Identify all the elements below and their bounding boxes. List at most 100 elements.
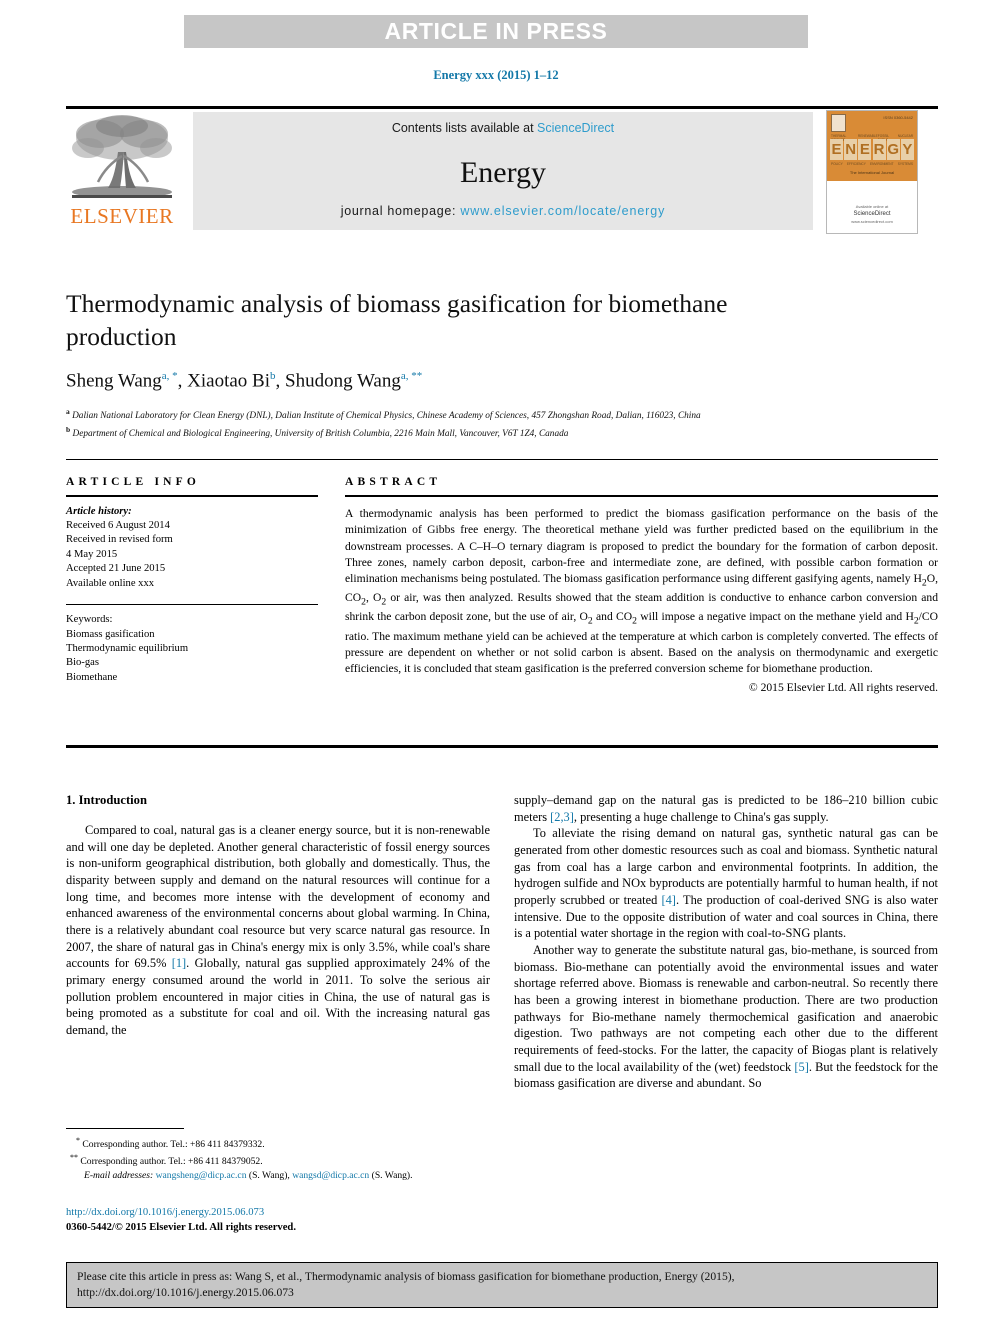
title-block: Thermodynamic analysis of biomass gasifi… xyxy=(66,288,938,442)
body-paragraph: Compared to coal, natural gas is a clean… xyxy=(66,822,490,1037)
cover-footer: Available online at ScienceDirect www.sc… xyxy=(827,204,917,225)
cover-subtab: SYSTEMS xyxy=(897,162,913,166)
article-info-label: ARTICLE INFO xyxy=(66,476,201,488)
affiliation-text: Dalian National Laboratory for Clean Ene… xyxy=(72,410,701,421)
elsevier-logo: ELSEVIER xyxy=(66,112,178,230)
cover-letter: N xyxy=(844,139,858,160)
elsevier-wordmark: ELSEVIER xyxy=(70,204,174,228)
author-name: Xiaotao Bi xyxy=(187,370,271,392)
author-mark: b xyxy=(270,370,276,383)
body-column-right: supply–demand gap on the natural gas is … xyxy=(514,792,938,1092)
footnote-rule xyxy=(66,1128,184,1129)
cover-letter: Y xyxy=(900,139,914,160)
footnote-mark: * xyxy=(76,1136,80,1145)
sciencedirect-link[interactable]: ScienceDirect xyxy=(537,121,614,135)
issn-copyright-line: 0360-5442/© 2015 Elsevier Ltd. All right… xyxy=(66,1222,296,1234)
masthead-center-panel: Contents lists available at ScienceDirec… xyxy=(193,112,813,230)
email-label: E-mail addresses: xyxy=(84,1169,154,1181)
citation-box: Please cite this article in press as: Wa… xyxy=(66,1262,938,1308)
homepage-prefix: journal homepage: xyxy=(340,204,461,218)
footnote-mark: ** xyxy=(70,1152,78,1162)
cover-subtab: POLICY xyxy=(831,162,843,166)
keyword-item: Thermodynamic equilibrium xyxy=(66,643,189,655)
cover-letter: E xyxy=(858,139,872,160)
history-line: Received 6 August 2014 xyxy=(66,520,170,531)
citation-line-1: Please cite this article in press as: Wa… xyxy=(77,1270,735,1283)
email-addresses-line: E-mail addresses: wangsheng@dicp.ac.cn (… xyxy=(66,1169,490,1183)
cover-letter: G xyxy=(886,139,900,160)
cover-tagline: The International Journal xyxy=(849,170,895,175)
citation-ref[interactable]: [4] xyxy=(661,893,675,907)
history-line: Accepted 21 June 2015 xyxy=(66,563,166,575)
journal-masthead: ELSEVIER Contents lists available at Sci… xyxy=(66,106,938,234)
abstract-text: A thermodynamic analysis has been perfor… xyxy=(345,506,939,676)
cover-subtab: EFFICIENCY xyxy=(846,162,866,166)
paper-title: Thermodynamic analysis of biomass gasifi… xyxy=(66,289,728,351)
journal-homepage-link[interactable]: www.elsevier.com/locate/energy xyxy=(460,204,665,218)
info-panel-bottom-rule xyxy=(66,745,938,748)
footnotes-block: * Corresponding author. Tel.: +86 411 84… xyxy=(66,1128,490,1182)
info-panel-top-rule xyxy=(66,459,938,460)
article-info-separator xyxy=(66,604,318,606)
article-info-column: ARTICLE INFO Article history: Received 6… xyxy=(66,476,318,685)
citation-ref[interactable]: [1] xyxy=(172,956,186,970)
cover-letter: R xyxy=(872,139,886,160)
affiliation-item: b Department of Chemical and Biological … xyxy=(66,424,916,442)
abstract-copyright: © 2015 Elsevier Ltd. All rights reserved… xyxy=(748,680,938,694)
affiliation-item: a Dalian National Laboratory for Clean E… xyxy=(66,406,916,424)
citation-ref[interactable]: [2,3] xyxy=(550,810,574,824)
journal-title: Energy xyxy=(459,156,547,189)
cover-letter: E xyxy=(830,139,843,160)
cover-subtab: ENVIRONMENT xyxy=(870,162,894,166)
author-mark: a, * xyxy=(161,370,178,383)
email-link-2[interactable]: wangsd@dicp.ac.cn xyxy=(292,1170,369,1181)
email-owner-2: (S. Wang). xyxy=(371,1169,413,1181)
keyword-item: Biomethane xyxy=(66,671,118,683)
author-name: Sheng Wang xyxy=(66,370,162,392)
keywords-heading: Keywords: xyxy=(66,614,113,626)
history-line: Received in revised form xyxy=(66,534,173,546)
affiliation-mark: b xyxy=(66,424,71,434)
cover-top-band: ISSN 0360-5442 THERMAL SCIENCE RENEWABLE… xyxy=(827,111,917,181)
cover-issn: ISSN 0360-5442 xyxy=(883,115,913,120)
affiliation-list: a Dalian National Laboratory for Clean E… xyxy=(66,406,916,442)
contents-prefix: Contents lists available at xyxy=(391,121,538,135)
keyword-item: Bio-gas xyxy=(66,657,99,669)
citation-text: Please cite this article in press as: Wa… xyxy=(77,1269,929,1302)
history-line: Available online xxx xyxy=(66,577,155,589)
article-in-press-label: ARTICLE IN PRESS xyxy=(384,18,608,44)
abstract-rule xyxy=(345,495,938,497)
author-mark: a, ** xyxy=(400,370,423,383)
contents-available-line: Contents lists available at ScienceDirec… xyxy=(193,121,813,135)
article-info-rule xyxy=(66,495,318,497)
history-line: 4 May 2015 xyxy=(66,548,118,560)
keyword-item: Biomass gasification xyxy=(66,628,155,640)
article-history: Article history: Received 6 August 2014 … xyxy=(66,505,318,591)
section-heading-introduction: 1. Introduction xyxy=(66,793,147,807)
corresponding-author-2-text: Corresponding author. Tel.: +86 411 8437… xyxy=(80,1155,263,1167)
cover-corner-mark xyxy=(831,114,846,132)
doi-link[interactable]: http://dx.doi.org/10.1016/j.energy.2015.… xyxy=(66,1205,506,1220)
running-head: Energy xxx (2015) 1–12 xyxy=(433,68,559,82)
abstract-column: ABSTRACT A thermodynamic analysis has be… xyxy=(345,476,938,694)
cover-foot-url: www.sciencedirect.com xyxy=(851,219,893,224)
abstract-label: ABSTRACT xyxy=(345,476,442,488)
keywords-block: Keywords: Biomass gasification Thermodyn… xyxy=(66,613,318,685)
body-paragraph: supply–demand gap on the natural gas is … xyxy=(514,793,938,824)
article-in-press-banner: ARTICLE IN PRESS xyxy=(184,15,808,48)
article-history-heading: Article history: xyxy=(66,505,132,517)
cover-energy-wordmark: E N E R G Y xyxy=(830,139,914,160)
citation-ref[interactable]: [5] xyxy=(794,1060,808,1074)
email-link-1[interactable]: wangsheng@dicp.ac.cn xyxy=(156,1170,247,1181)
doi-block: http://dx.doi.org/10.1016/j.energy.2015.… xyxy=(66,1205,506,1236)
body-paragraph: Another way to generate the substitute n… xyxy=(514,943,939,1091)
elsevier-tree-icon xyxy=(68,112,176,204)
email-owner-1: (S. Wang), xyxy=(248,1169,290,1181)
cover-subtopic-tabs: POLICY EFFICIENCY ENVIRONMENT SYSTEMS xyxy=(831,162,913,166)
corresponding-author-1: * Corresponding author. Tel.: +86 411 84… xyxy=(66,1135,490,1152)
cover-foot-sciencedirect: ScienceDirect xyxy=(853,211,891,217)
journal-cover-thumbnail: ISSN 0360-5442 THERMAL SCIENCE RENEWABLE… xyxy=(826,110,918,234)
body-column-left: 1. Introduction Compared to coal, natura… xyxy=(66,792,490,1039)
affiliation-text: Department of Chemical and Biological En… xyxy=(72,428,569,439)
affiliation-mark: a xyxy=(66,406,70,416)
